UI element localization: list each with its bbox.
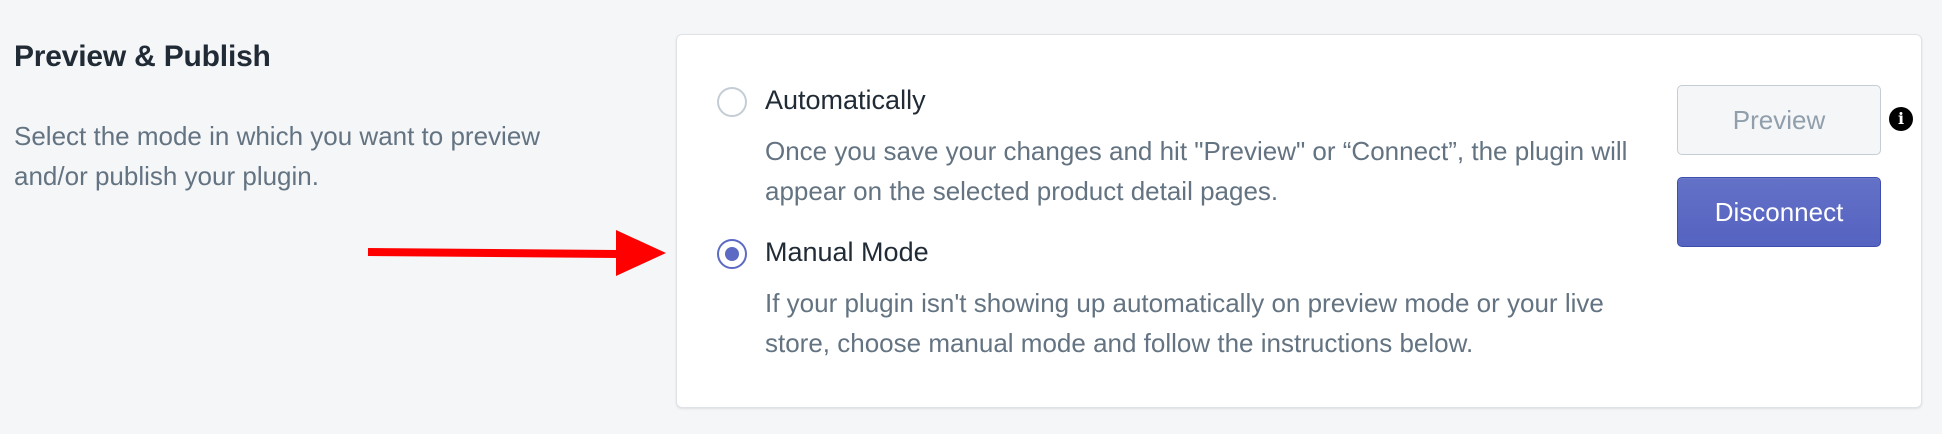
option-help-automatically: Once you save your changes and hit "Prev…	[765, 136, 1628, 206]
info-icon[interactable]: i	[1889, 107, 1913, 131]
section-title: Preview & Publish	[14, 40, 271, 73]
option-label-manual-mode[interactable]: Manual Mode	[765, 237, 929, 268]
publish-mode-card: Automatically Once you save your changes…	[676, 34, 1922, 408]
option-help-manual-mode: If your plugin isn't showing up automati…	[765, 288, 1604, 358]
radio-manual-mode[interactable]	[717, 239, 747, 269]
disconnect-button[interactable]: Disconnect	[1677, 177, 1881, 247]
preview-button[interactable]: Preview	[1677, 85, 1881, 155]
option-label-automatically[interactable]: Automatically	[765, 85, 926, 116]
red-arrow-icon	[367, 230, 666, 276]
radio-automatically[interactable]	[717, 87, 747, 117]
section-description: Select the mode in which you want to pre…	[14, 121, 541, 191]
